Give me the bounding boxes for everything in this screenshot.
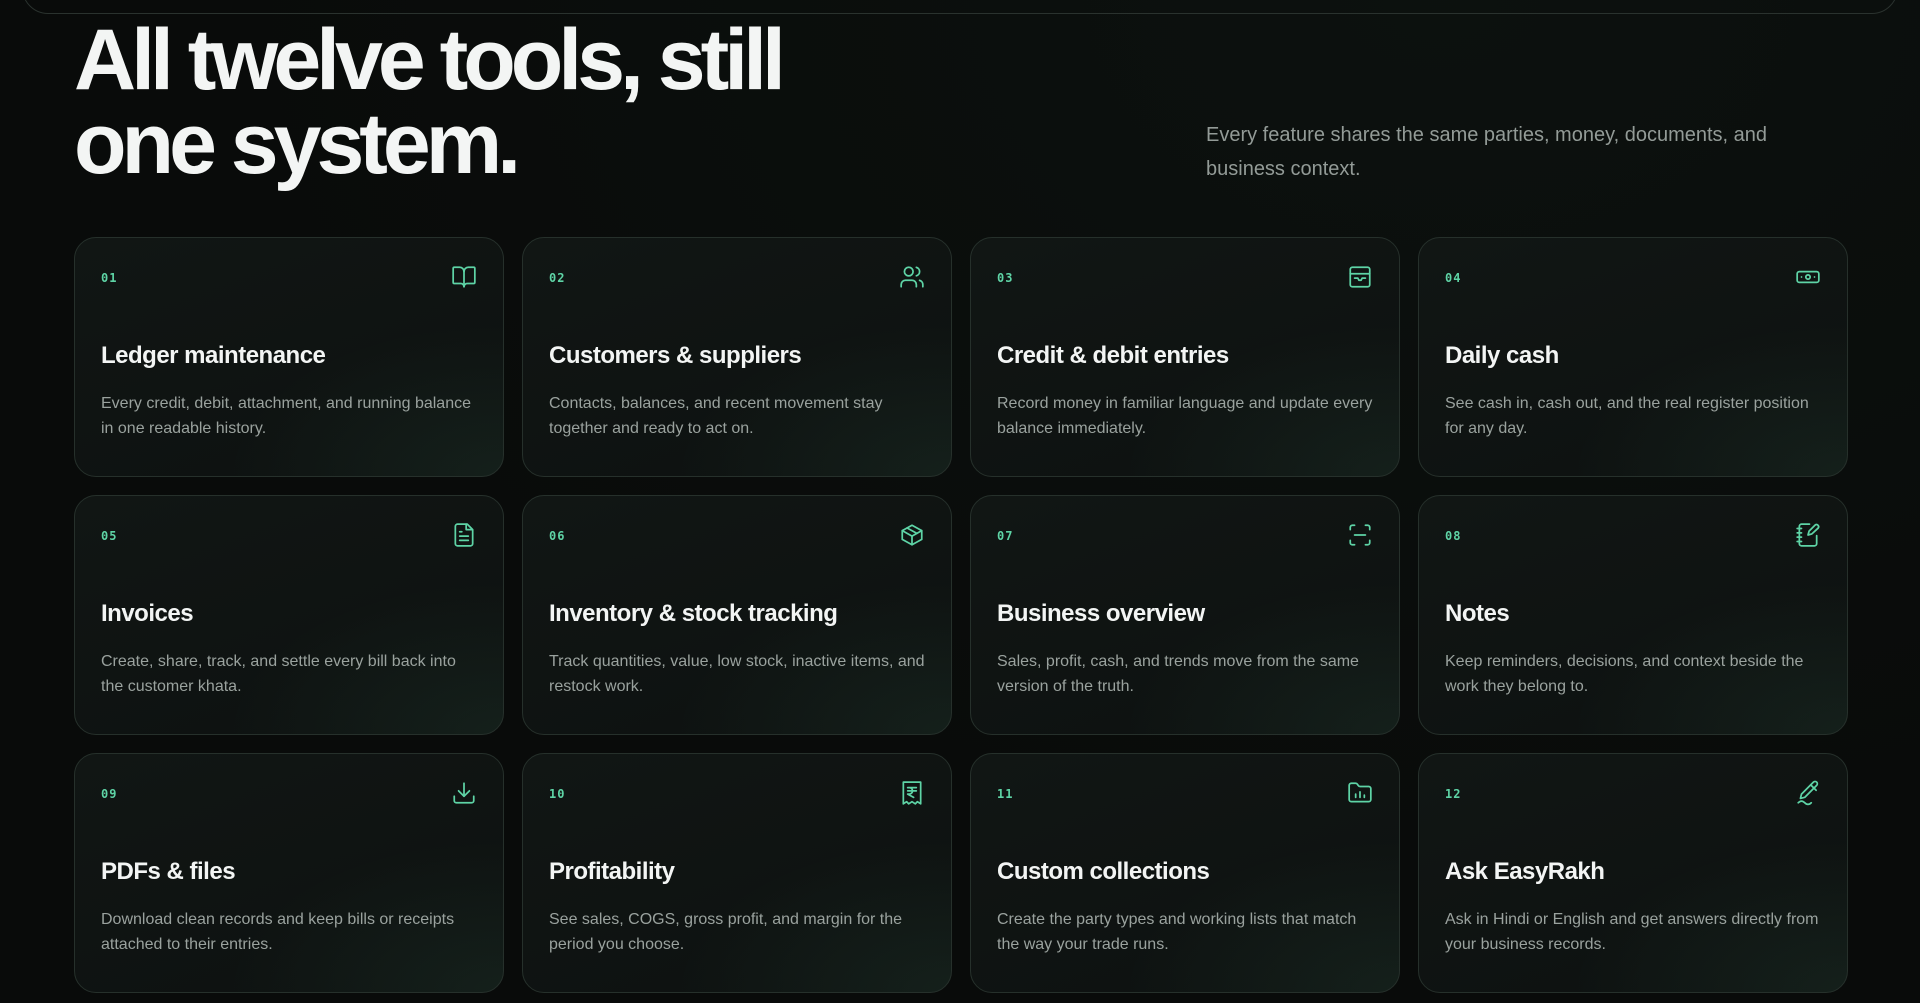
feature-card-entries[interactable]: 03 Credit & debit entries Record money i… (970, 237, 1400, 477)
inbox-icon (1347, 264, 1373, 290)
card-description: Download clean records and keep bills or… (101, 911, 455, 953)
feature-card-daily-cash[interactable]: 04 Daily cash See cash in, cash out, and… (1418, 237, 1848, 477)
card-description: Record money in familiar language and up… (997, 395, 1373, 437)
card-number: 08 (1445, 529, 1462, 543)
card-description: See cash in, cash out, and the real regi… (1445, 395, 1809, 437)
feature-grid: 01 Ledger maintenance Every credit, debi… (74, 237, 1848, 993)
banknote-icon (1795, 264, 1821, 290)
card-number: 09 (101, 787, 118, 801)
sparkle-pen-icon (1795, 780, 1821, 806)
card-number: 01 (101, 271, 118, 285)
card-title: Notes (1445, 600, 1510, 627)
card-title: Invoices (101, 600, 194, 627)
card-number: 03 (997, 271, 1014, 285)
card-number: 10 (549, 787, 566, 801)
card-title: Customers & suppliers (549, 342, 802, 369)
card-number: 07 (997, 529, 1014, 543)
feature-card-pdfs[interactable]: 09 PDFs & files Download clean records a… (74, 753, 504, 993)
card-title: Credit & debit entries (997, 342, 1229, 369)
headline-line-1: All twelve tools, still (74, 12, 786, 108)
card-number: 05 (101, 529, 118, 543)
section-headline: All twelve tools, still one system. (74, 12, 834, 192)
feature-card-ask[interactable]: 12 Ask EasyRakh Ask in Hindi or English … (1418, 753, 1848, 993)
box-icon (899, 522, 925, 548)
feature-card-ledger[interactable]: 01 Ledger maintenance Every credit, debi… (74, 237, 504, 477)
feature-card-invoices[interactable]: 05 Invoices Create, share, track, and se… (74, 495, 504, 735)
card-description: Every credit, debit, attachment, and run… (101, 395, 471, 437)
card-title: Inventory & stock tracking (549, 600, 838, 627)
download-icon (451, 780, 477, 806)
card-number: 11 (997, 787, 1014, 801)
card-number: 06 (549, 529, 566, 543)
notebook-pen-icon (1795, 522, 1821, 548)
card-description: Track quantities, value, low stock, inac… (549, 653, 925, 695)
card-title: Daily cash (1445, 342, 1559, 369)
card-description: Contacts, balances, and recent movement … (549, 395, 883, 437)
features-section: All twelve tools, still one system. Ever… (0, 0, 1920, 1003)
feature-card-overview[interactable]: 07 Business overview Sales, profit, cash… (970, 495, 1400, 735)
section-subtext: Every feature shares the same parties, m… (1206, 124, 1768, 180)
receipt-rupee-icon (899, 780, 925, 806)
feature-card-notes[interactable]: 08 Notes Keep reminders, decisions, and … (1418, 495, 1848, 735)
feature-card-inventory[interactable]: 06 Inventory & stock tracking Track quan… (522, 495, 952, 735)
card-description: Create, share, track, and settle every b… (101, 653, 456, 695)
card-title: PDFs & files (101, 858, 236, 885)
card-description: Sales, profit, cash, and trends move fro… (997, 653, 1359, 695)
feature-card-collections[interactable]: 11 Custom collections Create the party t… (970, 753, 1400, 993)
card-description: Keep reminders, decisions, and context b… (1445, 653, 1804, 695)
feature-card-customers[interactable]: 02 Customers & suppliers Contacts, balan… (522, 237, 952, 477)
folder-chart-icon (1347, 780, 1373, 806)
card-number: 12 (1445, 787, 1462, 801)
card-title: Ledger maintenance (101, 342, 326, 369)
scan-icon (1347, 522, 1373, 548)
headline-line-2: one system. (74, 96, 521, 192)
card-title: Business overview (997, 600, 1205, 627)
card-title: Custom collections (997, 858, 1210, 885)
card-title: Profitability (549, 858, 675, 885)
card-description: Ask in Hindi or English and get answers … (1445, 911, 1819, 953)
card-number: 02 (549, 271, 566, 285)
card-description: Create the party types and working lists… (997, 911, 1357, 953)
card-description: See sales, COGS, gross profit, and margi… (549, 911, 903, 953)
book-open-icon (451, 264, 477, 290)
users-icon (899, 264, 925, 290)
feature-card-profitability[interactable]: 10 Profitability See sales, COGS, gross … (522, 753, 952, 993)
card-title: Ask EasyRakh (1445, 858, 1605, 885)
card-number: 04 (1445, 271, 1462, 285)
file-text-icon (451, 522, 477, 548)
